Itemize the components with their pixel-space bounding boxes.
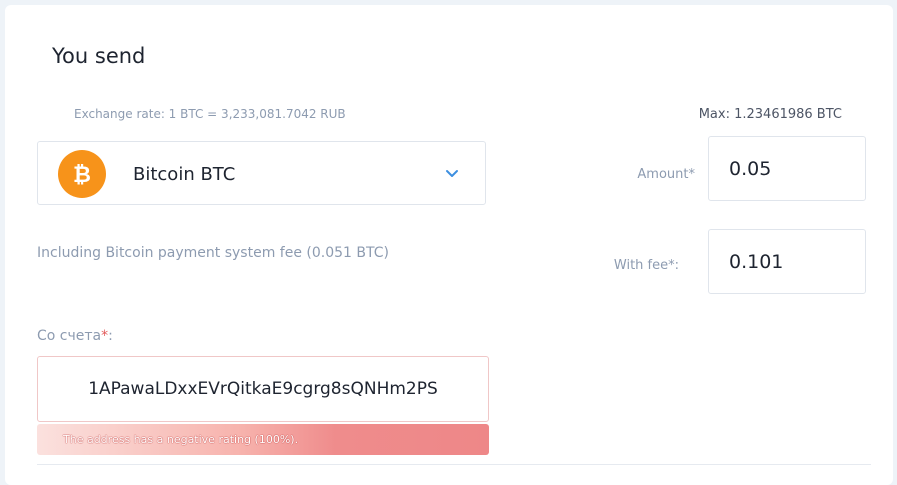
currency-select[interactable]: ₿ Bitcoin BTC — [37, 141, 486, 205]
fee-note: Including Bitcoin payment system fee (0.… — [37, 245, 389, 261]
divider — [37, 464, 871, 465]
amount-label: Amount* — [637, 167, 695, 182]
with-fee-input[interactable] — [708, 229, 866, 294]
chevron-down-icon[interactable] — [443, 164, 461, 182]
bitcoin-icon: ₿ — [58, 150, 106, 198]
account-label-colon: : — [108, 328, 113, 344]
account-label: Со счета*: — [37, 328, 113, 344]
max-amount: Max: 1.23461986 BTC — [698, 107, 842, 122]
with-fee-label: With fee*: — [613, 258, 679, 273]
send-card: You send Exchange rate: 1 BTC = 3,233,08… — [5, 5, 893, 485]
exchange-rate: Exchange rate: 1 BTC = 3,233,081.7042 RU… — [74, 107, 346, 121]
amount-input[interactable] — [708, 136, 866, 201]
bitcoin-symbol: ₿ — [73, 163, 91, 188]
address-input[interactable] — [37, 356, 489, 422]
currency-name: Bitcoin BTC — [133, 164, 236, 185]
section-title: You send — [52, 44, 146, 68]
account-label-text: Со счета — [37, 328, 102, 344]
svg-text:₿: ₿ — [73, 163, 91, 188]
error-message: The address has a negative rating (100%)… — [37, 424, 489, 455]
error-text: The address has a negative rating (100%)… — [63, 433, 299, 446]
